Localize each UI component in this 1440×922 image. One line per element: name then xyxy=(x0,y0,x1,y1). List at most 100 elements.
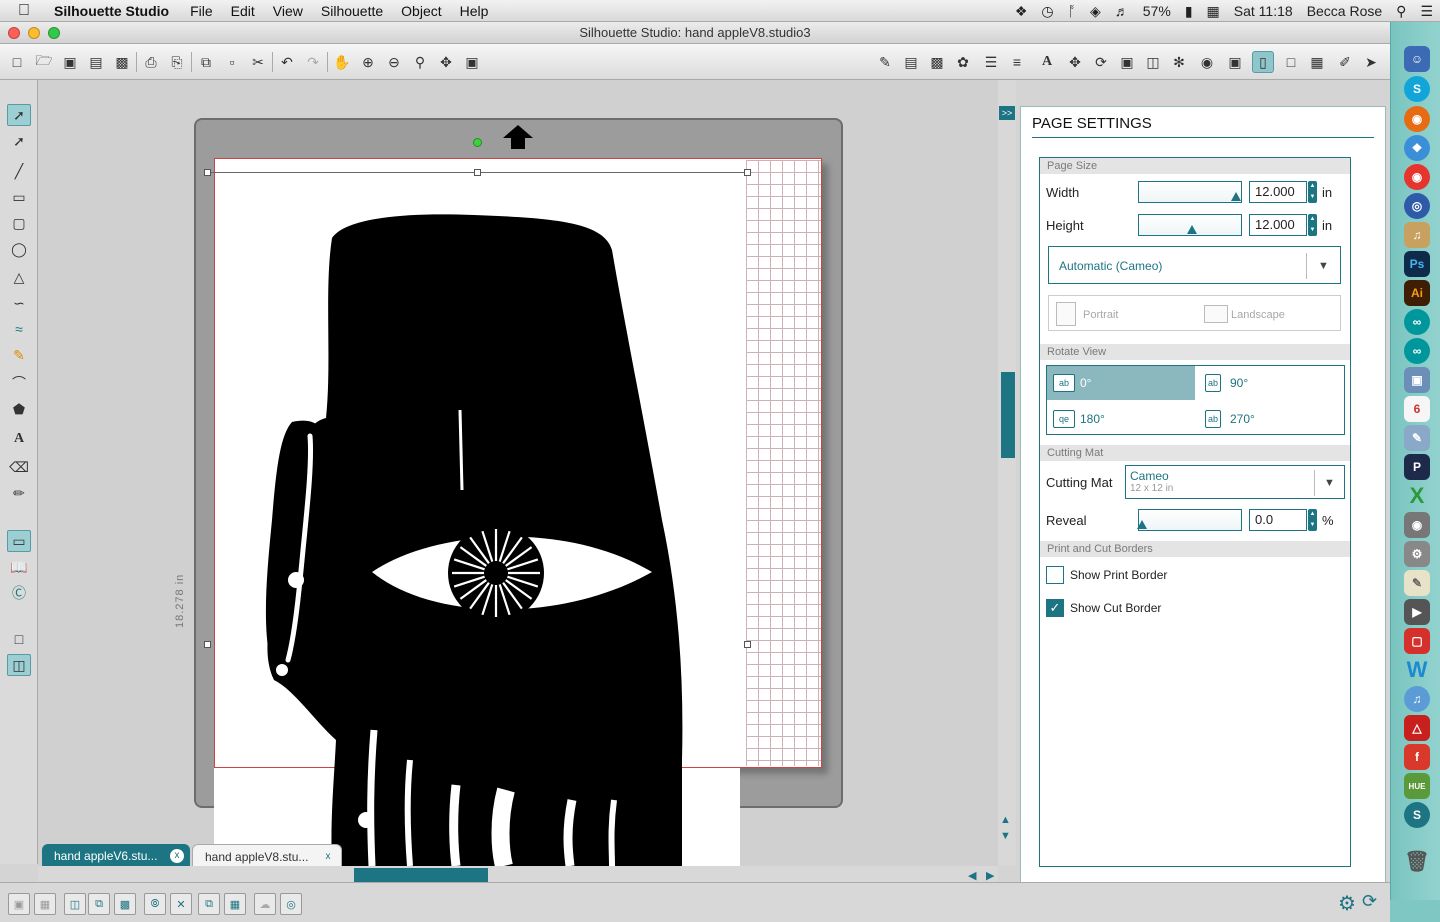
line-weight-icon[interactable]: ≡ xyxy=(1006,51,1028,73)
width-input[interactable]: 12.000 xyxy=(1249,181,1307,203)
print-icon[interactable]: ⎙ xyxy=(140,51,162,73)
new-document-icon[interactable]: □ xyxy=(6,51,28,73)
vertical-scrollbar[interactable] xyxy=(998,80,1016,866)
rotate-90-button[interactable]: ab 90° xyxy=(1197,366,1345,400)
open-folder-icon[interactable]: 🗁 xyxy=(33,51,55,73)
paste-icon[interactable]: ▫ xyxy=(221,51,243,73)
clock[interactable]: Sat 11:18 xyxy=(1227,3,1300,19)
horizontal-scroll-thumb[interactable] xyxy=(354,868,488,882)
design-canvas[interactable]: 18.278 in xyxy=(38,80,998,866)
menu-help[interactable]: Help xyxy=(451,3,498,19)
skype-icon[interactable]: S xyxy=(1404,76,1430,102)
scroll-down-arrow-icon[interactable]: ▼ xyxy=(1000,830,1011,842)
replicate-icon[interactable]: ✻ xyxy=(1168,51,1190,73)
collapse-panel-button[interactable]: >> xyxy=(999,106,1015,120)
grid-settings-icon[interactable]: ▦ xyxy=(1306,51,1328,73)
group-icon[interactable]: ▣ xyxy=(8,893,30,915)
cutting-mat-dropdown[interactable]: Cameo 12 x 12 in ▼ xyxy=(1125,465,1345,499)
split-view-icon[interactable]: ◫ xyxy=(7,654,31,676)
apple-menu-icon[interactable]:  xyxy=(18,2,40,20)
landscape-button[interactable]: Landscape xyxy=(1198,296,1285,332)
redo-icon[interactable]: ↷ xyxy=(302,51,324,73)
pan-hand-icon[interactable]: ✋ xyxy=(331,51,353,73)
document-tab[interactable]: hand appleV6.stu... x xyxy=(42,844,190,868)
select-arrow-icon[interactable]: ➚ xyxy=(7,104,31,126)
rounded-rectangle-tool-icon[interactable]: ▢ xyxy=(7,212,31,234)
smooth-freehand-icon[interactable]: ✎ xyxy=(7,344,31,366)
show-cut-border-checkbox[interactable]: ✓ xyxy=(1046,599,1064,617)
garageband-icon[interactable]: ♫ xyxy=(1404,222,1430,248)
horizontal-scrollbar[interactable] xyxy=(38,866,998,882)
scroll-left-arrow-icon[interactable]: ◀ xyxy=(968,869,980,882)
excel-icon[interactable]: X xyxy=(1404,483,1430,509)
portrait-button[interactable]: Portrait xyxy=(1050,296,1118,332)
menu-object[interactable]: Object xyxy=(392,3,450,19)
photoshop-icon[interactable]: Ps xyxy=(1404,251,1430,277)
trash-icon[interactable]: 🗑 xyxy=(1404,848,1430,874)
system-preferences-icon[interactable]: ⚙ xyxy=(1404,541,1430,567)
arduino-alt-icon[interactable]: ∞ xyxy=(1404,338,1430,364)
close-tab-icon[interactable]: x xyxy=(170,849,184,863)
preview-icon[interactable]: ✎ xyxy=(1404,425,1430,451)
knife-tool-icon[interactable]: ✏ xyxy=(7,482,31,504)
drag-zoom-icon[interactable]: ✥ xyxy=(435,51,457,73)
scale-icon[interactable]: ▣ xyxy=(1116,51,1138,73)
reveal-input[interactable]: 0.0 xyxy=(1249,509,1307,531)
text-tool-icon[interactable]: A xyxy=(7,428,31,450)
arduino-icon[interactable]: ∞ xyxy=(1404,309,1430,335)
freehand-tool-icon[interactable]: ≈ xyxy=(7,318,31,340)
offset-icon[interactable]: ▣ xyxy=(1224,51,1246,73)
sketchup-icon[interactable]: ▢ xyxy=(1404,628,1430,654)
rotate-icon[interactable]: ⟳ xyxy=(1090,51,1112,73)
height-slider[interactable] xyxy=(1138,214,1242,236)
selection-handle-top-left[interactable] xyxy=(204,169,211,176)
fill-pattern-icon[interactable]: ▩ xyxy=(926,51,948,73)
selection-handle-top-right[interactable] xyxy=(744,169,751,176)
hand-eye-artwork[interactable] xyxy=(214,160,746,866)
volume-icon[interactable]: ♬ xyxy=(1108,3,1136,19)
line-style-icon[interactable]: ☰ xyxy=(980,51,1002,73)
screenshot-icon[interactable]: ◉ xyxy=(1404,512,1430,538)
final-cut-icon[interactable]: ▶ xyxy=(1404,599,1430,625)
online-store-icon[interactable]: Ⓒ xyxy=(7,582,31,604)
vertical-scroll-thumb[interactable] xyxy=(1001,372,1015,458)
mirror-icon[interactable]: ▦ xyxy=(224,893,246,915)
align-icon[interactable]: ◫ xyxy=(1142,51,1164,73)
fill-color-icon[interactable]: ✎ xyxy=(874,51,896,73)
itunes-icon[interactable]: ♫ xyxy=(1404,686,1430,712)
selection-handle-top[interactable] xyxy=(474,169,481,176)
safari-icon[interactable]: ❖ xyxy=(1404,135,1430,161)
ungroup-icon[interactable]: ▦ xyxy=(34,893,56,915)
duplicate-icon[interactable]: ⧉ xyxy=(198,893,220,915)
arc-tool-icon[interactable]: ⌒ xyxy=(7,372,31,394)
rectangle-tool-icon[interactable]: ▭ xyxy=(7,186,31,208)
scroll-up-arrow-icon[interactable]: ▲ xyxy=(1000,814,1011,826)
rotate-0-button[interactable]: ab 0° xyxy=(1047,366,1195,400)
text-style-icon[interactable]: A xyxy=(1036,51,1058,73)
release-compound-path-icon[interactable]: ⧉ xyxy=(88,893,110,915)
undo-icon[interactable]: ↶ xyxy=(276,51,298,73)
selection-handle-left[interactable] xyxy=(204,641,211,648)
help-icon[interactable]: ⟳ xyxy=(1362,891,1384,913)
calendar-app-icon[interactable]: 6 xyxy=(1404,396,1430,422)
page-settings-icon[interactable]: ▯ xyxy=(1252,51,1274,73)
curve-tool-icon[interactable]: ∽ xyxy=(7,292,31,314)
rotation-handle[interactable] xyxy=(473,138,482,147)
make-compound-path-icon[interactable]: ◫ xyxy=(64,893,86,915)
zoom-out-icon[interactable]: ⊖ xyxy=(383,51,405,73)
trace-icon[interactable]: ✐ xyxy=(1334,51,1356,73)
height-input[interactable]: 12.000 xyxy=(1249,214,1307,236)
scroll-right-arrow-icon[interactable]: ▶ xyxy=(986,869,998,882)
delete-icon[interactable]: ✕ xyxy=(170,893,192,915)
zoom-in-icon[interactable]: ⊕ xyxy=(357,51,379,73)
show-print-border-checkbox[interactable] xyxy=(1046,566,1064,584)
flash-icon[interactable]: f xyxy=(1404,744,1430,770)
bluetooth-icon[interactable]: ᚩ xyxy=(1061,3,1083,19)
polygon-tool-icon[interactable]: △ xyxy=(7,266,31,288)
library-view-icon[interactable]: 📖 xyxy=(7,556,31,578)
edit-points-icon[interactable]: ➚ xyxy=(7,130,31,152)
line-tool-icon[interactable]: ╱ xyxy=(7,160,31,182)
weld-icon[interactable]: ⦾ xyxy=(144,893,166,915)
library-icon[interactable]: ▣ xyxy=(59,51,81,73)
menu-silhouette[interactable]: Silhouette xyxy=(312,3,392,19)
